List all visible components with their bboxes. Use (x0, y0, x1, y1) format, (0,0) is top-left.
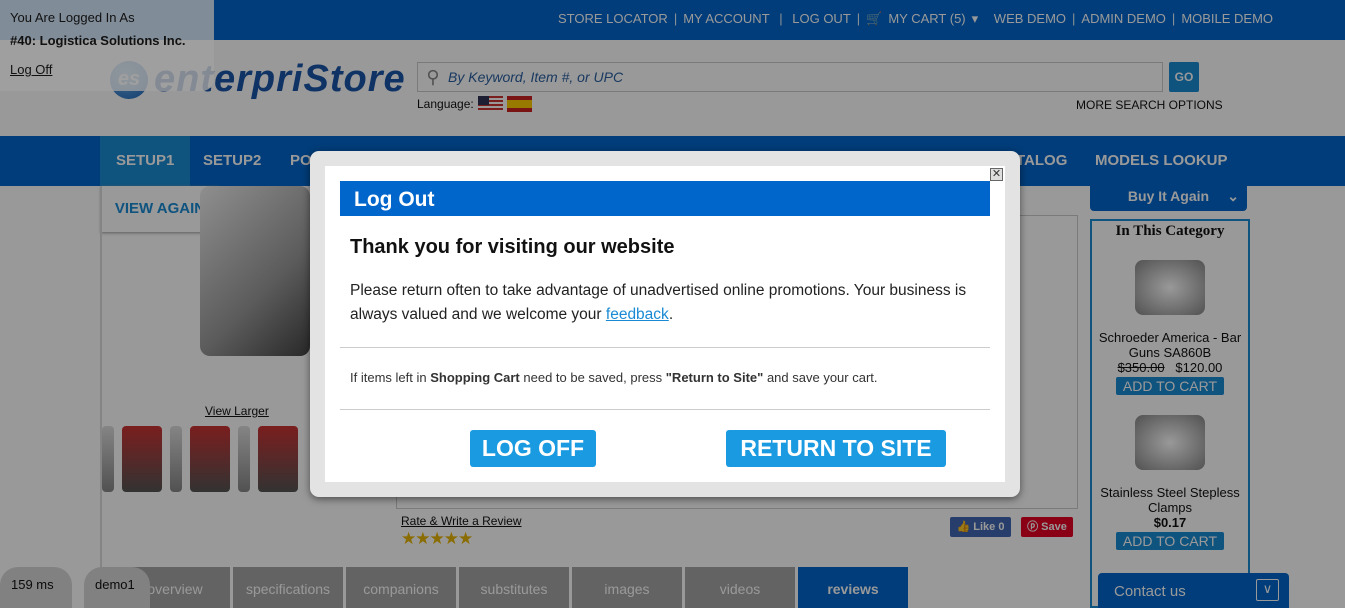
modal-title: Thank you for visiting our website (350, 236, 675, 258)
note-cart: Shopping Cart (430, 370, 520, 385)
note-text: and save your cart. (766, 370, 878, 385)
log-off-button[interactable]: LOG OFF (470, 430, 596, 467)
modal-body: Log Out Thank you for visiting our websi… (325, 166, 1005, 482)
logout-modal: Log Out Thank you for visiting our websi… (310, 151, 1020, 497)
note-text: If items left in (350, 370, 427, 385)
account-name: #40: Logistica Solutions Inc. (10, 33, 186, 48)
divider (340, 347, 990, 348)
note-button-ref: "Return to Site" (665, 370, 764, 385)
logged-in-label: You Are Logged In As (10, 10, 135, 25)
modal-header: Log Out (340, 181, 990, 216)
login-panel: You Are Logged In As #40: Logistica Solu… (0, 0, 214, 91)
return-to-site-button[interactable]: RETURN TO SITE (726, 430, 946, 467)
feedback-link[interactable]: feedback (606, 306, 669, 323)
note-text: need to be saved, press (523, 370, 663, 385)
log-off-link[interactable]: Log Off (10, 62, 204, 77)
cart-note: If items left in Shopping Cart need to b… (350, 370, 878, 385)
close-icon[interactable]: ✕ (990, 168, 1003, 181)
modal-message: Please return often to take advantage of… (350, 282, 967, 323)
divider (340, 409, 990, 410)
